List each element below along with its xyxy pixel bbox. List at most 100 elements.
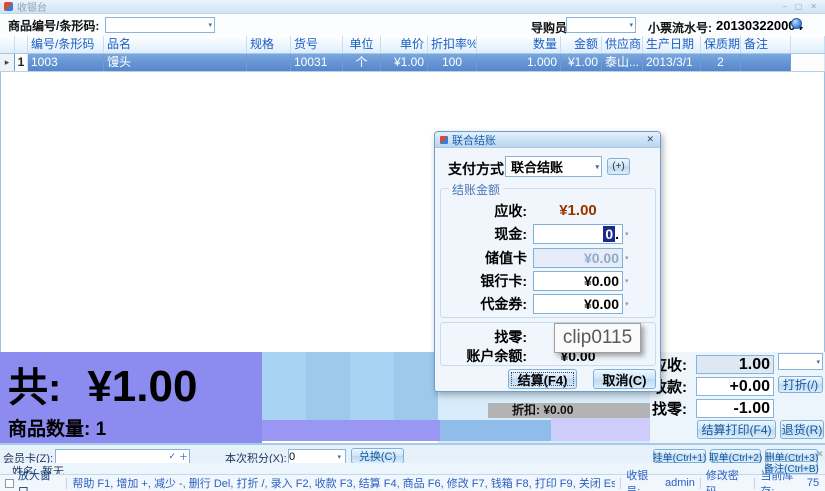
joint-settlement-dialog: 联合结账 ✕ 支付方式: 联合结账 ▾ (+) 结账金额 应收: ¥1.00 现… bbox=[434, 131, 661, 392]
row-number: 1 bbox=[15, 54, 28, 71]
guide-select[interactable]: ▾ bbox=[566, 17, 636, 33]
member-bar: 会员卡(Z): ✓ ＋ 本次积分(X): 0 ▾ 兑换(C) 挂单(Ctrl+1… bbox=[0, 443, 825, 463]
window-title: 收银台 bbox=[17, 0, 47, 14]
cell-name: 馒头 bbox=[104, 54, 247, 71]
clip-tooltip: clip0115 bbox=[554, 323, 641, 353]
col-header[interactable]: 货号 bbox=[291, 36, 343, 53]
member-name-row: 姓名: 暂无 bbox=[0, 463, 825, 474]
panel-close-icon[interactable]: ✕ bbox=[816, 449, 824, 460]
received-input[interactable]: +0.00 bbox=[696, 377, 774, 396]
dialog-close-icon[interactable]: ✕ bbox=[646, 134, 660, 145]
points-input[interactable]: 0 ▾ bbox=[288, 449, 346, 464]
chevron-down-icon[interactable]: ▾ bbox=[625, 300, 629, 308]
hold-order-button[interactable]: 挂单(Ctrl+1) bbox=[653, 449, 706, 463]
zoom-window-label: 放大窗口 bbox=[18, 467, 61, 491]
add-payment-method-button[interactable]: (+) bbox=[607, 158, 630, 175]
col-header[interactable]: 金额 bbox=[561, 36, 602, 53]
cell-spec bbox=[247, 54, 291, 71]
chevron-down-icon[interactable]: ▾ bbox=[629, 21, 635, 29]
cell-item-no: 10031 bbox=[291, 54, 343, 71]
receivable-label: 应收: bbox=[441, 201, 533, 221]
cell-shelf-life: 2 bbox=[701, 54, 741, 71]
serial-refresh-icon[interactable] bbox=[791, 18, 802, 29]
chevron-down-icon[interactable]: ▾ bbox=[208, 21, 214, 29]
guide-label: 导购员: bbox=[531, 19, 571, 36]
cell-note bbox=[741, 54, 791, 71]
row-marker-icon: ▸ bbox=[0, 54, 15, 71]
stock-value: 75 bbox=[807, 477, 819, 489]
bank-card-label: 银行卡: bbox=[441, 271, 533, 291]
maximize-icon[interactable]: ▢ bbox=[795, 2, 803, 12]
table-row[interactable]: ▸ 1 1003 馒头 10031 个 ¥1.00 100 1.000 ¥1.0… bbox=[0, 54, 825, 72]
member-card-input[interactable]: ✓ ＋ bbox=[55, 449, 190, 464]
change-password-link[interactable]: 修改密码 bbox=[706, 467, 749, 491]
serial-label: 小票流水号: bbox=[648, 19, 712, 36]
col-header[interactable]: 供应商 bbox=[602, 36, 643, 53]
payment-type-select[interactable]: ▾ bbox=[778, 353, 823, 370]
serial-value: 201303220004 bbox=[716, 18, 803, 33]
settle-print-button[interactable]: 结算打印(F4) bbox=[697, 420, 776, 439]
col-header[interactable]: 折扣率% bbox=[428, 36, 477, 53]
cash-label: 现金: bbox=[441, 224, 533, 244]
payment-panel: 应收: 1.00 ▾ 收款: +0.00 打折(/) 找零: -1.00 结算打… bbox=[650, 352, 825, 443]
retrieve-order-button[interactable]: 取单(Ctrl+2) bbox=[710, 449, 761, 463]
discount-button[interactable]: 打折(/) bbox=[778, 376, 823, 393]
col-header[interactable]: 品名 bbox=[104, 36, 247, 53]
plus-icon[interactable]: ＋ bbox=[179, 450, 189, 463]
grand-total: 共:¥1.00 bbox=[8, 355, 197, 413]
refund-button[interactable]: 退货(R) bbox=[780, 420, 824, 439]
payment-method-select[interactable]: 联合结账 ▾ bbox=[505, 156, 602, 177]
chevron-down-icon[interactable]: ▾ bbox=[816, 358, 822, 366]
cell-quantity: 1.000 bbox=[477, 54, 561, 71]
selected-text: 0 bbox=[603, 226, 615, 242]
dialog-titlebar[interactable]: 联合结账 ✕ bbox=[435, 132, 660, 148]
blue-strip bbox=[440, 420, 551, 441]
settle-button[interactable]: 结算(F4) bbox=[508, 369, 577, 389]
dialog-title: 联合结账 bbox=[452, 132, 496, 148]
minimize-icon[interactable]: – bbox=[782, 2, 786, 12]
col-header[interactable]: 单位 bbox=[343, 36, 381, 53]
chevron-down-icon[interactable]: ▾ bbox=[625, 230, 629, 238]
cashier-value: admin bbox=[665, 477, 695, 489]
voucher-label: 代金券: bbox=[441, 294, 533, 314]
chevron-down-icon[interactable]: ▾ bbox=[337, 453, 343, 461]
total-label: 共: bbox=[8, 366, 61, 410]
cell-prod-date: 2013/3/1 bbox=[643, 54, 701, 71]
change-field: -1.00 bbox=[696, 399, 774, 418]
bank-card-input[interactable]: ¥0.00 bbox=[533, 271, 623, 291]
cash-input[interactable]: 0. bbox=[533, 224, 623, 244]
cell-discount-rate: 100 bbox=[428, 54, 477, 71]
chevron-down-icon[interactable]: ▾ bbox=[625, 277, 629, 285]
window-titlebar: 收银台 – ▢ ✕ bbox=[0, 0, 825, 14]
cancel-button[interactable]: 取消(C) bbox=[593, 369, 656, 389]
col-header[interactable]: 编号/条形码 bbox=[28, 36, 104, 53]
pos-window: 收银台 – ▢ ✕ 商品编号/条形码: ▾ 导购员: ▾ 小票流水号: 2013… bbox=[0, 0, 825, 491]
hotkeys-help: 帮助 F1, 增加 +, 减少 -, 删行 Del, 打折 /, 录入 F2, … bbox=[72, 475, 615, 491]
close-icon[interactable]: ✕ bbox=[810, 2, 817, 12]
receivable-value: ¥1.00 bbox=[533, 202, 623, 219]
chevron-down-icon[interactable]: ▾ bbox=[595, 163, 601, 171]
top-input-bar: 商品编号/条形码: ▾ 导购员: ▾ 小票流水号: 201303220004 bbox=[0, 14, 825, 36]
check-icon[interactable]: ✓ bbox=[168, 451, 177, 462]
voucher-input[interactable]: ¥0.00 bbox=[533, 294, 623, 314]
col-header[interactable]: 数量 bbox=[477, 36, 561, 53]
col-header[interactable]: 保质期 bbox=[701, 36, 741, 53]
col-header[interactable]: 备注 bbox=[741, 36, 791, 53]
cashier-label: 收银员: bbox=[626, 467, 662, 491]
stored-card-input: ¥0.00 bbox=[533, 248, 623, 268]
cell-unit: 个 bbox=[343, 54, 381, 71]
col-header[interactable]: 规格 bbox=[247, 36, 291, 53]
barcode-input[interactable]: ▾ bbox=[105, 17, 215, 33]
change-label: 找零: bbox=[441, 327, 533, 347]
note-button[interactable]: 备注(Ctrl+B) bbox=[765, 461, 818, 474]
chevron-down-icon[interactable]: ▾ bbox=[625, 254, 629, 262]
discount-readout: 折扣: ¥0.00 bbox=[488, 403, 650, 418]
redeem-button[interactable]: 兑换(C) bbox=[351, 448, 404, 464]
dialog-icon bbox=[440, 136, 448, 144]
col-header[interactable]: 生产日期 bbox=[643, 36, 701, 53]
cell-amount: ¥1.00 bbox=[561, 54, 602, 71]
grid-header: 编号/条形码 品名 规格 货号 单位 单价 折扣率% 数量 金额 供应商 生产日… bbox=[0, 36, 825, 54]
zoom-window-checkbox[interactable] bbox=[5, 479, 14, 488]
settlement-amounts-group: 结账金额 应收: ¥1.00 现金: 0. ▾ 储值卡 ¥0.00 ▾ 银行卡:… bbox=[440, 188, 656, 318]
col-header[interactable]: 单价 bbox=[381, 36, 428, 53]
